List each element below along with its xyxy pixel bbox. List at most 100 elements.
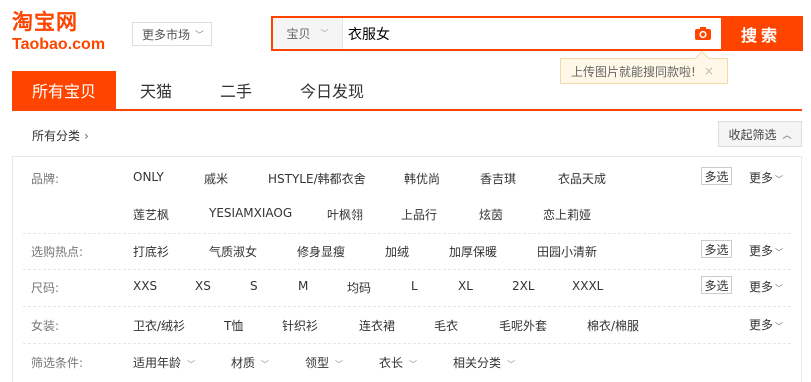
women-option[interactable]: 连衣裙 [359, 317, 395, 334]
tab-all-items[interactable]: 所有宝贝 [12, 71, 116, 109]
search-bar: 宝贝 ﹀ 搜索 [271, 16, 803, 51]
related-category-dropdown[interactable]: 相关分类 ﹀ [453, 354, 515, 371]
more-label: 更多 [749, 280, 774, 294]
size-option[interactable]: XXXL [572, 279, 603, 293]
multi-select-button[interactable]: 多选 [701, 240, 732, 258]
tab-second-hand[interactable]: 二手 [196, 71, 276, 109]
chevron-down-icon: ﹀ [320, 29, 329, 38]
brand-option[interactable]: YESIAMXIAOG [209, 206, 292, 220]
chevron-down-icon: ﹀ [775, 284, 784, 293]
size-option[interactable]: S [250, 279, 258, 293]
more-button[interactable]: 更多 ﹀ [749, 242, 783, 259]
brand-option[interactable]: 叶枫翎 [327, 206, 363, 223]
brand-option[interactable]: HSTYLE/韩都衣舍 [268, 170, 366, 187]
hot-option[interactable]: 气质淑女 [209, 243, 257, 260]
brand-option[interactable]: 莲艺枫 [133, 206, 169, 223]
filter-row-brand: 品牌: ONLY 戚米 HSTYLE/韩都衣舍 韩优尚 香吉琪 衣品天成 莲艺枫… [13, 157, 801, 229]
logo-chinese: 淘宝网 [12, 10, 78, 34]
more-markets-dropdown[interactable]: 更多市场 ﹀ [132, 22, 212, 46]
search-input[interactable] [343, 18, 685, 49]
all-categories-link[interactable]: 所有分类 › [12, 127, 89, 144]
chevron-down-icon: ﹀ [335, 360, 344, 369]
size-option[interactable]: XXS [133, 279, 157, 293]
logo-english: Taobao.com [12, 36, 106, 53]
brand-option[interactable]: 戚米 [204, 170, 228, 187]
more-label: 更多 [749, 171, 774, 185]
brand-option[interactable]: 香吉琪 [480, 170, 516, 187]
chevron-right-icon: › [84, 128, 89, 143]
filter-label-size: 尺码: [31, 281, 60, 295]
tooltip-arrow [694, 50, 710, 66]
age-dropdown[interactable]: 适用年龄 ﹀ [133, 354, 195, 371]
dropdown-label: 领型 [305, 356, 330, 370]
more-label: 更多 [749, 318, 774, 332]
dropdown-label: 相关分类 [453, 356, 502, 370]
tab-tmall[interactable]: 天猫 [116, 71, 196, 109]
more-label: 更多 [749, 244, 774, 258]
dropdown-label: 衣长 [379, 356, 404, 370]
dropdown-label: 材质 [231, 356, 256, 370]
filter-panel: 品牌: ONLY 戚米 HSTYLE/韩都衣舍 韩优尚 香吉琪 衣品天成 莲艺枫… [12, 156, 802, 382]
size-option[interactable]: XL [458, 279, 473, 293]
multi-select-button[interactable]: 多选 [701, 276, 732, 294]
search-button[interactable]: 搜索 [721, 18, 801, 49]
size-option[interactable]: M [298, 279, 308, 293]
hot-option[interactable]: 修身显瘦 [297, 243, 345, 260]
chevron-down-icon: ﹀ [261, 360, 270, 369]
hot-option[interactable]: 打底衫 [133, 243, 169, 260]
tab-today-discover[interactable]: 今日发现 [276, 71, 388, 109]
women-option[interactable]: 毛呢外套 [499, 317, 547, 334]
search-type-select[interactable]: 宝贝 ﹀ [273, 18, 343, 49]
all-categories-label: 所有分类 [32, 128, 81, 143]
collapse-filters-button[interactable]: 收起筛选 ︿ [718, 121, 802, 147]
women-option[interactable]: 毛衣 [434, 317, 458, 334]
brand-option[interactable]: 衣品天成 [558, 170, 606, 187]
chevron-down-icon: ﹀ [409, 360, 418, 369]
chevron-down-icon: ﹀ [775, 175, 784, 184]
brand-option[interactable]: 上品行 [401, 206, 437, 223]
search-type-label: 宝贝 [286, 27, 311, 41]
filter-row-size: 尺码: XXS XS S M 均码 L XL 2XL XXXL 多选 更多 ﹀ [13, 270, 801, 304]
chevron-down-icon: ﹀ [775, 322, 784, 331]
filter-label-conditions: 筛选条件: [31, 356, 84, 370]
filter-label-brand: 品牌: [31, 172, 60, 186]
chevron-down-icon: ﹀ [507, 360, 516, 369]
more-button[interactable]: 更多 ﹀ [749, 169, 783, 186]
taobao-logo[interactable]: 淘宝网 Taobao.com [12, 10, 120, 60]
material-dropdown[interactable]: 材质 ﹀ [231, 354, 269, 371]
search-tabs: 所有宝贝 天猫 二手 今日发现 [12, 71, 802, 111]
dropdown-label: 适用年龄 [133, 356, 182, 370]
hot-option[interactable]: 加绒 [385, 243, 409, 260]
filter-row-women: 女装: 卫衣/绒衫 T恤 针织衫 连衣裙 毛衣 毛呢外套 棉衣/棉服 更多 ﹀ [13, 307, 801, 341]
filter-label-hot: 选购热点: [31, 245, 84, 259]
collar-dropdown[interactable]: 领型 ﹀ [305, 354, 343, 371]
women-option[interactable]: 卫衣/绒衫 [133, 317, 185, 334]
chevron-up-icon: ︿ [782, 130, 792, 141]
size-option[interactable]: L [411, 279, 418, 293]
brand-option[interactable]: 韩优尚 [404, 170, 440, 187]
filter-row-hot: 选购热点: 打底衫 气质淑女 修身显瘦 加绒 加厚保暖 田园小清新 多选 更多 ﹀ [13, 234, 801, 268]
length-dropdown[interactable]: 衣长 ﹀ [379, 354, 417, 371]
chevron-down-icon: ﹀ [187, 360, 196, 369]
brand-option[interactable]: 炫茵 [479, 206, 503, 223]
women-option[interactable]: T恤 [224, 317, 243, 334]
hot-option[interactable]: 田园小清新 [537, 243, 597, 260]
size-option[interactable]: 2XL [512, 279, 535, 293]
filter-row-conditions: 筛选条件: 适用年龄 ﹀ 材质 ﹀ 领型 ﹀ 衣长 ﹀ 相关分类 ﹀ [13, 344, 801, 382]
brand-option[interactable]: ONLY [133, 170, 164, 184]
camera-icon[interactable] [685, 18, 721, 49]
women-option[interactable]: 棉衣/棉服 [587, 317, 639, 334]
size-option[interactable]: XS [195, 279, 211, 293]
hot-option[interactable]: 加厚保暖 [449, 243, 497, 260]
size-option[interactable]: 均码 [347, 279, 371, 296]
filter-label-women: 女装: [31, 319, 60, 333]
women-option[interactable]: 针织衫 [282, 317, 318, 334]
chevron-down-icon: ﹀ [195, 30, 205, 41]
category-bar: 所有分类 › 收起筛选 ︿ [12, 121, 802, 149]
more-markets-label: 更多市场 [142, 27, 191, 42]
brand-option[interactable]: 恋上莉娅 [543, 206, 591, 223]
more-button[interactable]: 更多 ﹀ [749, 316, 783, 333]
chevron-down-icon: ﹀ [775, 248, 784, 257]
multi-select-button[interactable]: 多选 [701, 167, 732, 185]
more-button[interactable]: 更多 ﹀ [749, 278, 783, 295]
